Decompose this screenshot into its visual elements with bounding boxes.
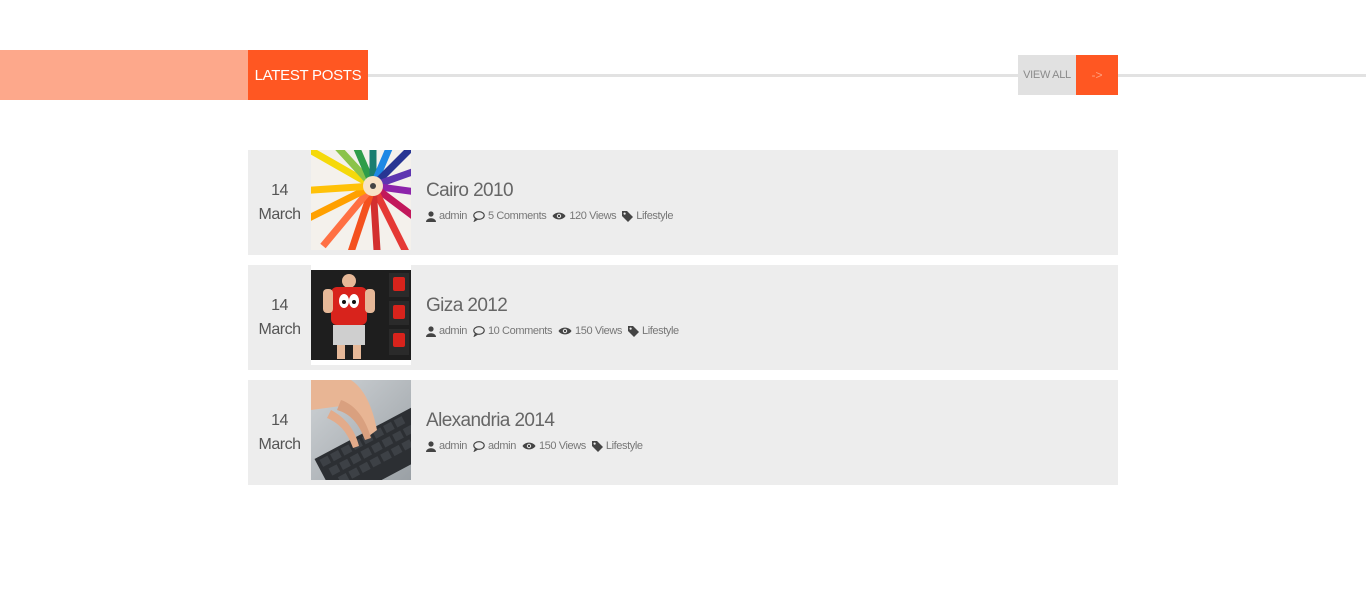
post-month: March [258, 205, 301, 223]
eye-icon [558, 327, 572, 335]
post-category[interactable]: Lifestyle [622, 210, 673, 222]
tag-icon [628, 325, 639, 337]
comment-icon [473, 210, 485, 222]
post-category[interactable]: Lifestyle [628, 325, 679, 337]
section-title: LATEST POSTS [248, 50, 368, 100]
post-category-label: Lifestyle [636, 210, 674, 222]
view-all-arrow-button[interactable]: -> [1076, 55, 1118, 95]
user-icon [426, 325, 436, 337]
post-meta: admin 5 Comments 120 Views Lifestyle [426, 210, 679, 222]
comment-icon [473, 440, 485, 452]
post-item: 14 March [248, 150, 1118, 255]
keyboard-hand-thumbnail[interactable] [311, 380, 411, 480]
post-date: 14 March [248, 380, 311, 485]
header-accent-bar [0, 50, 248, 100]
user-icon [426, 440, 436, 452]
post-comments[interactable]: 10 Comments [473, 325, 552, 337]
colored-pencils-thumbnail[interactable] [311, 150, 411, 250]
post-comments-label: 5 Comments [487, 210, 547, 222]
post-views-label: 150 Views [575, 325, 622, 337]
post-category-label: Lifestyle [605, 440, 643, 452]
post-author-label: admin [439, 210, 467, 222]
post-category[interactable]: Lifestyle [591, 440, 643, 452]
post-views-label: 150 Views [538, 440, 586, 452]
post-day: 14 [271, 411, 288, 429]
post-comments-label: admin [487, 440, 516, 452]
post-views-label: 120 Views [569, 210, 617, 222]
user-icon [426, 210, 436, 222]
post-views: 120 Views [552, 210, 617, 222]
post-author[interactable]: admin [426, 325, 467, 337]
post-comments-label: 10 Comments [487, 325, 553, 337]
post-title-link[interactable]: Cairo 2010 [426, 180, 514, 202]
post-item: 14 March [248, 265, 1118, 370]
post-views: 150 Views [522, 440, 586, 452]
comment-icon [473, 325, 485, 337]
post-date: 14 March [248, 150, 311, 255]
post-category-label: Lifestyle [642, 325, 679, 337]
post-title-link[interactable]: Alexandria 2014 [426, 410, 555, 432]
post-day: 14 [271, 181, 288, 199]
kids-tshirt-thumbnail[interactable] [311, 265, 411, 365]
post-comments[interactable]: 5 Comments [473, 210, 547, 222]
post-meta: admin 10 Comments 150 Views Lifestyle [426, 325, 685, 337]
post-author[interactable]: admin [426, 210, 467, 222]
post-comments[interactable]: admin [473, 440, 516, 452]
latest-posts-list: 14 March Cairo 2010 admin 5 Comments 120… [248, 150, 1118, 495]
post-day: 14 [271, 296, 288, 314]
view-all-button[interactable]: VIEW ALL [1018, 55, 1076, 95]
post-views: 150 Views [558, 325, 622, 337]
tag-icon [591, 440, 603, 452]
post-month: March [258, 435, 301, 453]
post-author-label: admin [439, 440, 467, 452]
post-item: 14 March [248, 380, 1118, 485]
post-date: 14 March [248, 265, 311, 370]
post-author[interactable]: admin [426, 440, 467, 452]
eye-icon [522, 442, 536, 450]
eye-icon [552, 212, 566, 220]
post-month: March [258, 320, 301, 338]
post-meta: admin admin 150 Views Lifestyle [426, 440, 649, 452]
post-author-label: admin [439, 325, 467, 337]
post-title-link[interactable]: Giza 2012 [426, 295, 508, 317]
tag-icon [622, 210, 634, 222]
